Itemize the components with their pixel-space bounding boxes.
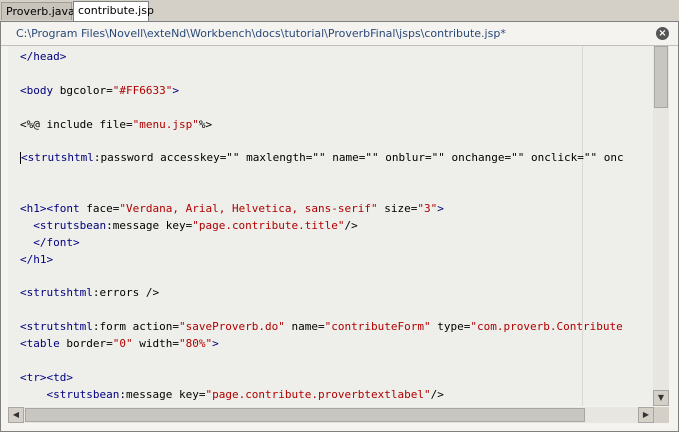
code-token: "3" — [417, 202, 438, 216]
file-path-bar: C:\Program Files\Novell\exteNd\Workbench… — [1, 22, 678, 46]
code-token: :message key= — [119, 387, 206, 401]
code-token: "Verdana, Arial, Helvetica, sans-serif" — [119, 202, 378, 216]
horizontal-scrollbar[interactable]: ◀ ▶ — [8, 407, 654, 423]
code-token: <tr><td> — [20, 370, 73, 384]
code-editor[interactable]: </head> <body bgcolor="#FF6633"> <%@ inc… — [8, 46, 654, 406]
code-token: type= — [430, 320, 471, 334]
vertical-scroll-thumb[interactable] — [654, 46, 668, 108]
code-line: <strutshtml:form action="saveProverb.do"… — [20, 319, 624, 336]
code-line: <tr><td> — [20, 370, 624, 387]
code-token: :errors /> — [92, 286, 160, 300]
code-token: width= — [132, 337, 179, 351]
code-token: > — [172, 83, 179, 97]
code-token: <strutshtml — [20, 320, 93, 334]
code-line: </head> — [20, 49, 624, 66]
code-token: /> — [430, 387, 444, 401]
code-lines: </head> <body bgcolor="#FF6633"> <%@ inc… — [20, 49, 624, 404]
code-token: <strutshtml — [21, 151, 94, 165]
tab-proverb-java[interactable]: Proverb.java — [1, 2, 75, 20]
code-token: border= — [59, 337, 113, 351]
code-line: <%@ include file="menu.jsp"%> — [20, 117, 624, 134]
vertical-scrollbar[interactable]: ▼ — [653, 46, 669, 406]
horizontal-scroll-thumb[interactable] — [25, 408, 585, 422]
code-token: </font> — [33, 235, 80, 249]
code-token: "0" — [112, 337, 133, 351]
code-line: <strutshtml:password accesskey="" maxlen… — [20, 150, 624, 167]
code-token: "page.contribute.title" — [192, 218, 345, 232]
tab-bar: Proverb.java contribute.jsp — [0, 0, 679, 22]
code-line: <strutsbean:message key="page.contribute… — [20, 218, 624, 235]
code-token: "contributeForm" — [324, 320, 431, 334]
code-token: :password accesskey="" maxlength="" name… — [93, 151, 624, 165]
code-token: "saveProverb.do" — [178, 320, 285, 334]
tab-contribute-jsp[interactable]: contribute.jsp — [73, 1, 154, 22]
code-line: </font> — [20, 235, 624, 252]
code-line: <body bgcolor="#FF6633"> — [20, 83, 624, 100]
code-token: > — [437, 202, 444, 216]
code-token: <strutsbean — [33, 218, 107, 232]
code-token: "#FF6633" — [112, 83, 173, 97]
code-token: <body — [20, 83, 54, 97]
code-token: </h1> — [20, 252, 54, 266]
scroll-left-button[interactable]: ◀ — [8, 407, 24, 423]
code-token: size= — [377, 202, 418, 216]
code-token: <h1><font — [20, 202, 80, 216]
close-icon[interactable]: × — [656, 27, 669, 40]
code-token: <strutshtml — [20, 286, 93, 300]
scroll-down-button[interactable]: ▼ — [653, 390, 669, 406]
code-token: "page.contribute.proverbtextlabel" — [205, 387, 431, 401]
code-token: /> — [344, 218, 358, 232]
code-token: bgcolor= — [53, 83, 113, 97]
code-token: <%@ include file= — [20, 117, 133, 131]
code-line: </h1> — [20, 252, 624, 269]
code-token: "menu.jsp" — [132, 117, 199, 131]
code-token: <table — [20, 337, 60, 351]
code-token: :form action= — [92, 320, 179, 334]
editor-panel: C:\Program Files\Novell\exteNd\Workbench… — [0, 21, 679, 432]
code-token: "80%" — [178, 337, 213, 351]
code-line: <h1><font face="Verdana, Arial, Helvetic… — [20, 201, 624, 218]
code-token: face= — [79, 202, 120, 216]
scroll-right-button[interactable]: ▶ — [638, 407, 654, 423]
code-token: > — [212, 337, 219, 351]
code-line: <table border="0" width="80%"> — [20, 336, 624, 353]
scrollbar-corner — [654, 407, 669, 423]
code-token: <strutsbean — [46, 387, 120, 401]
code-line: <strutsbean:message key="page.contribute… — [20, 387, 624, 404]
code-line: <strutshtml:errors /> — [20, 285, 624, 302]
code-token: %> — [198, 117, 213, 131]
code-token: </head> — [20, 50, 67, 63]
code-token: name= — [284, 320, 325, 334]
code-token: :message key= — [106, 218, 193, 232]
code-token: "com.proverb.Contribute — [470, 320, 623, 334]
file-path: C:\Program Files\Novell\exteNd\Workbench… — [16, 27, 506, 40]
